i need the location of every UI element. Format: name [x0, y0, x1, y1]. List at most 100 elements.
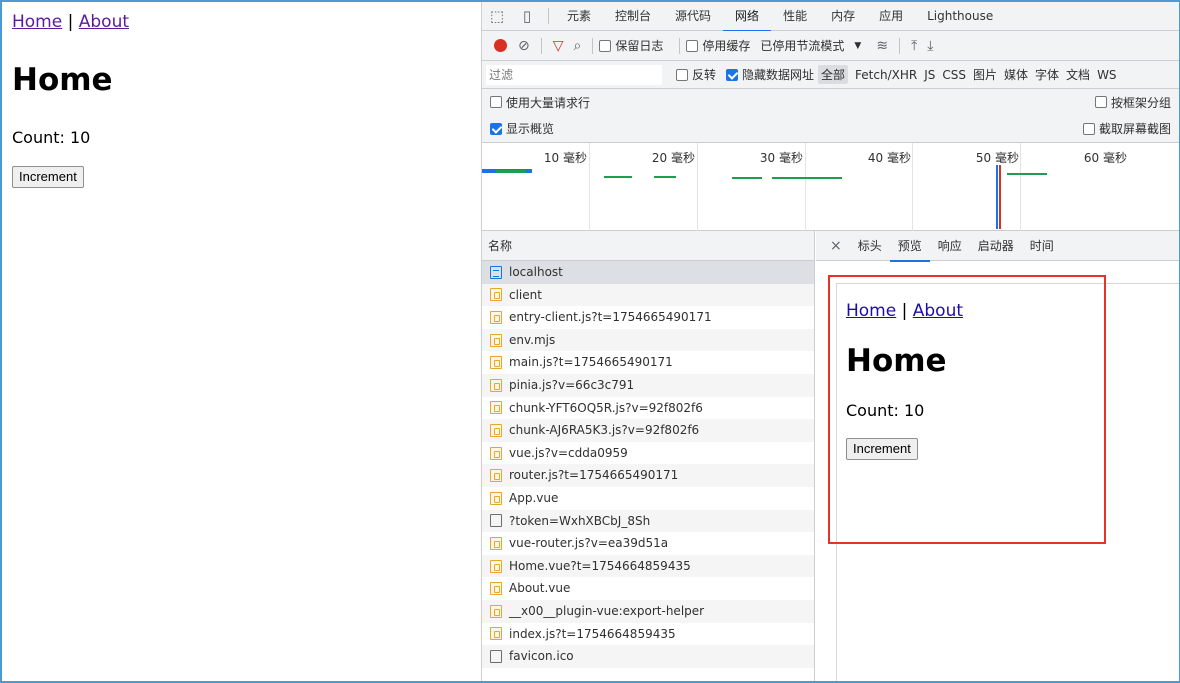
timeline-request-bar [604, 176, 632, 178]
script-icon [490, 378, 502, 392]
filter-input[interactable]: 过滤 [486, 64, 662, 85]
nav-about-link[interactable]: About [79, 12, 129, 32]
table-row[interactable]: Home.vue?t=1754664859435 [482, 554, 814, 578]
tab-7[interactable]: Lighthouse [915, 2, 1005, 31]
close-icon[interactable]: × [822, 231, 850, 261]
network-conditions-icon[interactable]: ≋ [876, 38, 888, 54]
record-icon[interactable] [494, 39, 507, 52]
table-row[interactable]: entry-client.js?t=1754665490171 [482, 306, 814, 329]
group-by-frame-checkbox[interactable]: 按框架分组 [1094, 94, 1171, 111]
preview-nav-separator: | [901, 301, 908, 321]
column-header-name[interactable]: 名称 [482, 231, 814, 261]
script-icon [490, 582, 502, 596]
table-row[interactable]: favicon.ico [482, 645, 814, 668]
request-list: 名称 localhost client entry-client.js?t=1754… [482, 231, 815, 681]
table-row[interactable]: chunk-YFT6OQ5R.js?v=92f802f6 [482, 397, 814, 420]
search-icon[interactable]: ⌕ [574, 38, 582, 54]
tab-0[interactable]: 元素 [555, 2, 603, 31]
type-filter-2[interactable]: JS [924, 68, 935, 82]
tab-2[interactable]: 源代码 [663, 2, 723, 31]
preserve-log-checkbox[interactable]: 保留日志 [599, 37, 663, 54]
tab-3[interactable]: 网络 [723, 2, 772, 32]
tab-4[interactable]: 性能 [771, 2, 819, 31]
throttling-select[interactable]: 已停用节流模式 ▼ [760, 37, 861, 54]
type-filter-0[interactable]: 全部 [818, 65, 849, 84]
toolbar-divider [592, 37, 594, 54]
chevron-down-icon: ▼ [854, 40, 862, 51]
request-name: entry-client.js?t=1754665490171 [509, 310, 712, 325]
table-row[interactable]: index.js?t=1754664859435 [482, 623, 814, 646]
table-row[interactable]: client [482, 283, 814, 307]
device-toolbar-icon[interactable]: ▯ [512, 2, 542, 31]
table-row[interactable]: env.mjs [482, 328, 814, 352]
script-icon [490, 446, 502, 460]
checkbox-box [490, 96, 502, 108]
app-page: Home | About Home Count: 10 Increment [2, 2, 481, 681]
type-filter-6[interactable]: 字体 [1035, 66, 1059, 83]
network-toolbar: ⊘ ▽ ⌕ 保留日志 停用缓存 已停用节流模式 ▼ ≋ ⤒ ⤓ [482, 31, 1179, 61]
large-rows-label: 使用大量请求行 [506, 95, 591, 110]
increment-button[interactable]: Increment [12, 166, 84, 188]
toolbar-divider [548, 8, 549, 24]
table-row[interactable]: ?token=WxhXBCbJ_8Sh [482, 509, 814, 533]
request-name: vue-router.js?v=ea39d51a [509, 536, 669, 551]
detail-tab-2[interactable]: 响应 [930, 231, 970, 261]
table-row[interactable]: chunk-AJ6RA5K3.js?v=92f802f6 [482, 419, 814, 442]
preview-home-link[interactable]: Home [846, 301, 896, 321]
disable-cache-checkbox[interactable]: 停用缓存 [686, 37, 750, 54]
type-filters: 全部 Fetch/XHR JS CSS 图片 媒体 字体 文档 WS [818, 65, 1124, 84]
export-har-icon[interactable]: ⤓ [927, 38, 933, 54]
request-name: router.js?t=1754665490171 [509, 468, 679, 483]
detail-tab-0[interactable]: 标头 [850, 231, 890, 261]
request-name: chunk-AJ6RA5K3.js?v=92f802f6 [509, 423, 700, 438]
timeline-request-bar [772, 177, 842, 179]
hide-data-urls-checkbox[interactable]: 隐藏数据网址 [726, 66, 814, 83]
table-row[interactable]: localhost [482, 261, 814, 284]
hide-data-urls-label: 隐藏数据网址 [742, 68, 815, 82]
timeline-overview[interactable]: 10 毫秒 20 毫秒 30 毫秒 40 毫秒 50 毫秒 60 毫秒 [482, 143, 1179, 231]
large-rows-checkbox[interactable]: 使用大量请求行 [490, 94, 590, 111]
table-row[interactable]: main.js?t=1754665490171 [482, 351, 814, 374]
preview-increment-button[interactable]: Increment [846, 438, 918, 460]
table-row[interactable]: About.vue [482, 577, 814, 600]
invert-checkbox[interactable]: 反转 [676, 66, 716, 83]
nav-home-link[interactable]: Home [12, 12, 62, 32]
import-har-icon[interactable]: ⤒ [911, 38, 917, 54]
script-icon [490, 491, 502, 505]
table-row[interactable]: pinia.js?v=66c3c791 [482, 373, 814, 397]
type-filter-3[interactable]: CSS [942, 68, 966, 82]
preserve-log-label: 保留日志 [615, 39, 664, 53]
detail-tab-1[interactable]: 预览 [889, 231, 930, 262]
timeline-event-marker [996, 165, 998, 229]
filter-icon[interactable]: ▽ [553, 38, 564, 54]
tab-1[interactable]: 控制台 [603, 2, 663, 31]
document-icon [490, 265, 502, 279]
request-name: vue.js?v=cdda0959 [509, 445, 628, 460]
type-filter-8[interactable]: WS [1097, 68, 1116, 82]
table-row[interactable]: router.js?t=1754665490171 [482, 464, 814, 487]
tab-6[interactable]: 应用 [867, 2, 915, 31]
show-overview-checkbox[interactable]: 显示概览 [490, 120, 554, 137]
script-icon [490, 423, 502, 437]
file-icon [490, 514, 502, 528]
inspect-element-icon[interactable]: ⬚ [482, 2, 512, 31]
detail-tab-4[interactable]: 时间 [1022, 231, 1062, 261]
request-name: env.mjs [509, 332, 556, 347]
clear-icon[interactable]: ⊘ [518, 38, 530, 54]
table-row[interactable]: vue.js?v=cdda0959 [482, 442, 814, 465]
capture-screenshots-checkbox[interactable]: 截取屏幕截图 [1082, 120, 1171, 137]
detail-tab-3[interactable]: 启动器 [970, 231, 1022, 261]
type-filter-7[interactable]: 文档 [1066, 66, 1090, 83]
table-row[interactable]: vue-router.js?v=ea39d51a [482, 532, 814, 555]
type-filter-1[interactable]: Fetch/XHR [855, 68, 917, 82]
type-filter-5[interactable]: 媒体 [1004, 66, 1028, 83]
table-row[interactable]: __x00__plugin-vue:export-helper [482, 599, 814, 623]
tab-5[interactable]: 内存 [819, 2, 867, 31]
table-row[interactable]: App.vue [482, 487, 814, 510]
preview-about-link[interactable]: About [913, 301, 963, 321]
app-nav: Home | About [12, 12, 129, 32]
script-icon [490, 333, 502, 347]
timeline-request-bar [496, 170, 526, 173]
type-filter-4[interactable]: 图片 [973, 66, 997, 83]
count-text: Count: 10 [12, 128, 91, 147]
